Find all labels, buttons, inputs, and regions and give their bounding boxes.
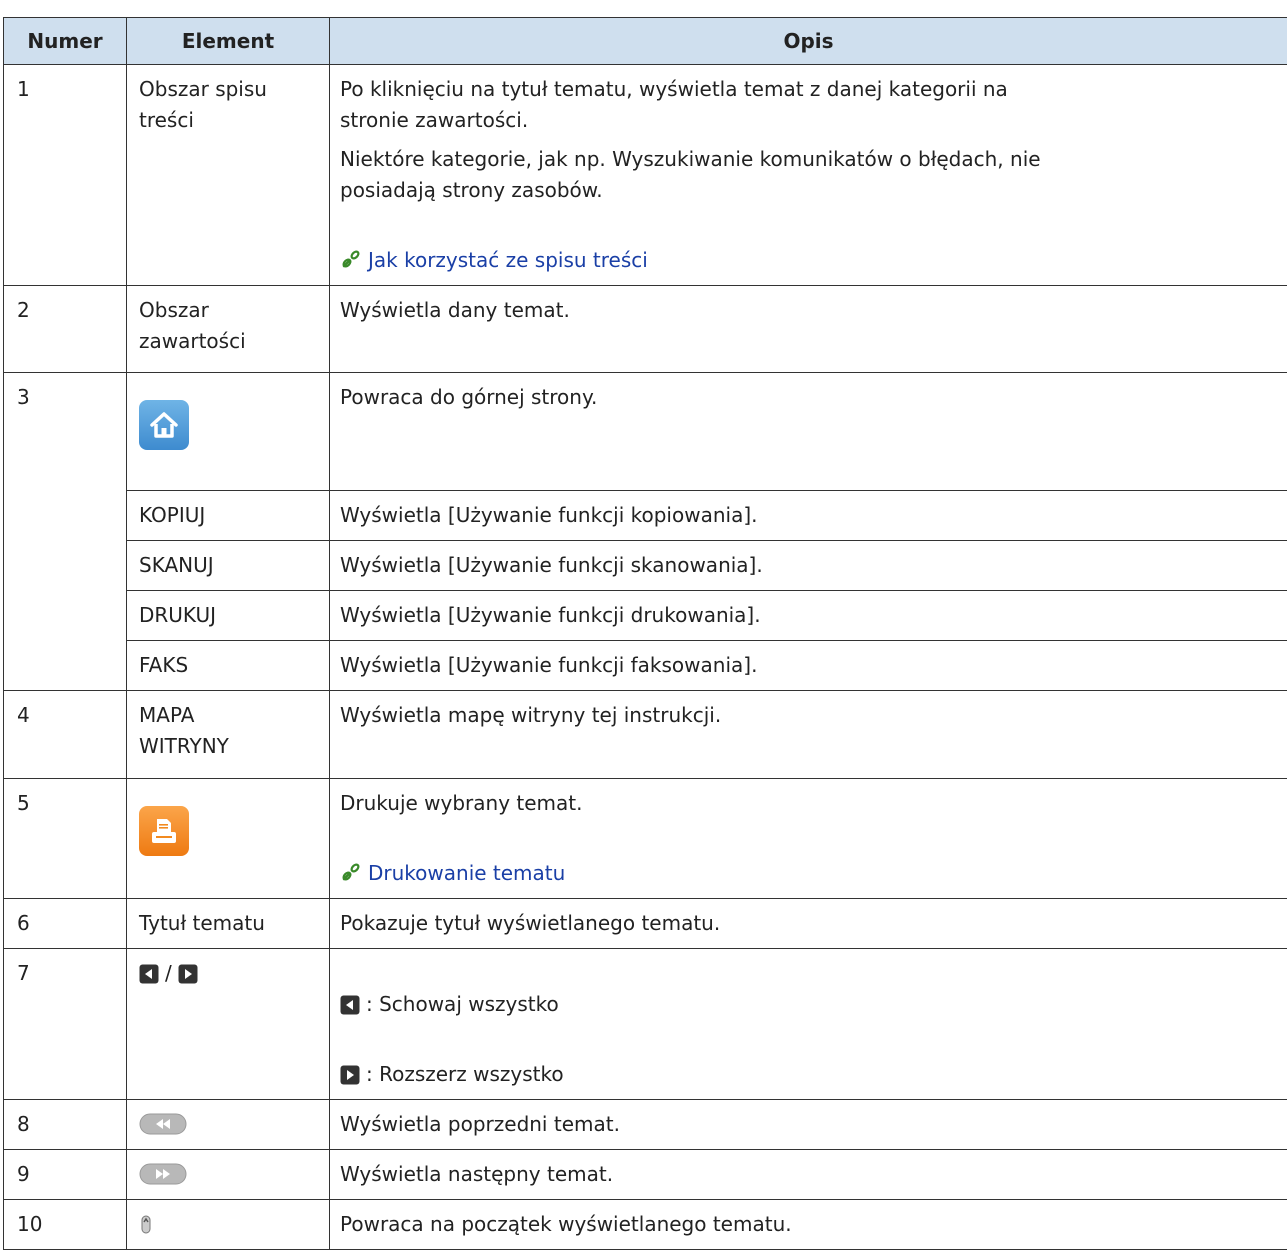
description-cell: Drukuje wybrany temat. Drukowanie tematu [330, 779, 1287, 899]
print-icon [139, 806, 189, 856]
description-note: Niektóre kategorie, jak np. Wyszukiwanie… [340, 144, 1277, 206]
description-cell: Po kliknięciu na tytuł tematu, wyświetla… [330, 65, 1287, 286]
element-label: Tytuł tematu [127, 899, 330, 949]
description-text: Powraca na początek wyświetlanego tematu… [330, 1200, 1287, 1250]
row-number: 1 [4, 65, 127, 286]
back-to-top-icon [139, 1213, 153, 1235]
table-row: 10 Powraca na początek wyświetlanego tem… [4, 1200, 1287, 1250]
element-label: Obszar spisu treści [139, 74, 319, 136]
toc-help-link[interactable]: Jak korzystać ze spisu treści [340, 214, 1277, 276]
description-text: Wyświetla [Używanie funkcji kopiowania]. [330, 491, 1287, 541]
element-cell [127, 1200, 330, 1250]
expand-arrow-icon [178, 964, 198, 984]
separator: / [165, 958, 172, 989]
description-text: Wyświetla poprzedni temat. [330, 1100, 1287, 1150]
row-number: 5 [4, 779, 127, 899]
table-row: SKANUJ Wyświetla [Używanie funkcji skano… [4, 541, 1287, 591]
header-numer: Numer [4, 18, 127, 65]
next-topic-icon [139, 1163, 187, 1185]
element-cell: Obszar spisu treści [127, 65, 330, 286]
description-text: Powraca do górnej strony. [340, 382, 1277, 413]
table-row: KOPIUJ Wyświetla [Używanie funkcji kopio… [4, 491, 1287, 541]
expand-arrow-icon [340, 1065, 360, 1085]
row-number: 4 [4, 691, 127, 779]
description-text: Po kliknięciu na tytuł tematu, wyświetla… [340, 74, 1277, 136]
element-label: SKANUJ [127, 541, 330, 591]
description-text: Wyświetla [Używanie funkcji faksowania]. [330, 641, 1287, 691]
previous-topic-icon [139, 1113, 187, 1135]
description-cell: Wyświetla mapę witryny tej instrukcji. [330, 691, 1287, 779]
table-row: 9 Wyświetla następny temat. [4, 1150, 1287, 1200]
row-number: 7 [4, 949, 127, 1100]
table-header-row: Numer Element Opis [4, 18, 1287, 65]
description-text: Wyświetla następny temat. [330, 1150, 1287, 1200]
description-cell: : Schowaj wszystko : Rozszerz wszystko [330, 949, 1287, 1100]
description-text: : Schowaj wszystko [366, 992, 559, 1016]
description-text: : Rozszerz wszystko [366, 1062, 564, 1086]
expand-description: : Rozszerz wszystko [340, 1028, 1277, 1090]
description-cell: Powraca do górnej strony. [330, 373, 1287, 491]
table-row: 4 MAPA WITRYNY Wyświetla mapę witryny te… [4, 691, 1287, 779]
help-reference-table: Numer Element Opis 1 Obszar spisu treści… [3, 17, 1287, 1250]
link-label[interactable]: Drukowanie tematu [368, 861, 565, 885]
home-icon [139, 400, 189, 450]
element-label: FAKS [127, 641, 330, 691]
link-icon [340, 861, 362, 883]
element-cell [127, 1150, 330, 1200]
table-row: 5 Drukuje wybrany temat. [4, 779, 1287, 899]
description-text: Wyświetla [Używanie funkcji skanowania]. [330, 541, 1287, 591]
table-row: 6 Tytuł tematu Pokazuje tytuł wyświetlan… [4, 899, 1287, 949]
row-number: 9 [4, 1150, 127, 1200]
description-cell: Wyświetla dany temat. [330, 286, 1287, 373]
table-row: 8 Wyświetla poprzedni temat. [4, 1100, 1287, 1150]
table-row: DRUKUJ Wyświetla [Używanie funkcji druko… [4, 591, 1287, 641]
description-text: Wyświetla mapę witryny tej instrukcji. [340, 700, 1277, 731]
description-text: Pokazuje tytuł wyświetlanego tematu. [330, 899, 1287, 949]
collapse-arrow-icon [139, 964, 159, 984]
collapse-description: : Schowaj wszystko [340, 958, 1277, 1020]
element-cell: Obszar zawartości [127, 286, 330, 373]
table-row: 1 Obszar spisu treści Po kliknięciu na t… [4, 65, 1287, 286]
collapse-arrow-icon [340, 995, 360, 1015]
table-row: FAKS Wyświetla [Używanie funkcji faksowa… [4, 641, 1287, 691]
link-icon [340, 248, 362, 270]
print-help-link[interactable]: Drukowanie tematu [340, 827, 1277, 889]
table-row: 7 / : Schowaj wszystko [4, 949, 1287, 1100]
row-number: 6 [4, 899, 127, 949]
description-text: Wyświetla dany temat. [340, 295, 1277, 326]
row-number: 10 [4, 1200, 127, 1250]
element-label: DRUKUJ [127, 591, 330, 641]
link-label[interactable]: Jak korzystać ze spisu treści [368, 248, 648, 272]
element-cell [127, 1100, 330, 1150]
description-text: Wyświetla [Używanie funkcji drukowania]. [330, 591, 1287, 641]
element-cell [127, 779, 330, 899]
element-cell: / [127, 949, 330, 1100]
row-number: 2 [4, 286, 127, 373]
element-cell: MAPA WITRYNY [127, 691, 330, 779]
row-number: 3 [4, 373, 127, 691]
header-element: Element [127, 18, 330, 65]
element-label: KOPIUJ [127, 491, 330, 541]
table-row: 2 Obszar zawartości Wyświetla dany temat… [4, 286, 1287, 373]
element-cell [127, 373, 330, 491]
row-number: 8 [4, 1100, 127, 1150]
header-opis: Opis [330, 18, 1287, 65]
element-label: MAPA WITRYNY [139, 700, 319, 762]
table-row: 3 Powraca do górnej strony. [4, 373, 1287, 491]
element-label: Obszar zawartości [139, 295, 319, 357]
description-text: Drukuje wybrany temat. [340, 788, 1277, 819]
